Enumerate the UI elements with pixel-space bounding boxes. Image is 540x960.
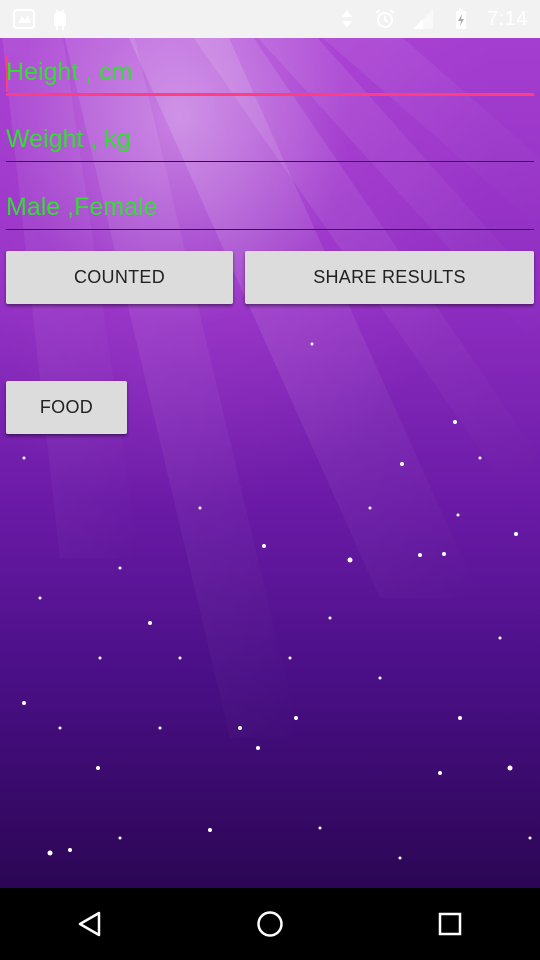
background-image <box>2 38 540 860</box>
navigation-bar <box>0 888 540 960</box>
status-right-icons: 7:14 <box>335 7 528 31</box>
weight-input[interactable] <box>6 118 534 162</box>
status-left-icons <box>12 7 72 31</box>
signal-icon <box>413 9 434 29</box>
counted-button[interactable]: COUNTED <box>6 251 233 304</box>
recents-button[interactable] <box>410 888 490 960</box>
status-bar: 7:14 <box>0 0 540 38</box>
home-button[interactable] <box>230 888 310 960</box>
app-screen: 7:14 Height , cm Weight , kg Male ,Femal… <box>0 0 540 960</box>
android-icon <box>54 9 66 30</box>
home-icon <box>257 911 283 937</box>
food-button[interactable]: FOOD <box>6 381 127 434</box>
text-cursor <box>6 56 8 92</box>
main-content: COUNTED SHARE RESULTS FOOD <box>0 38 540 888</box>
status-time: 7:14 <box>487 7 528 30</box>
alarm-icon <box>375 9 395 28</box>
back-button[interactable] <box>50 888 130 960</box>
height-input[interactable] <box>6 52 534 96</box>
back-icon <box>78 911 101 937</box>
gender-input[interactable] <box>6 186 534 230</box>
image-app-icon <box>13 9 35 29</box>
data-transfer-icon <box>342 10 353 28</box>
share-results-button[interactable]: SHARE RESULTS <box>245 251 534 304</box>
recents-icon <box>438 912 462 936</box>
battery-icon <box>456 9 467 29</box>
